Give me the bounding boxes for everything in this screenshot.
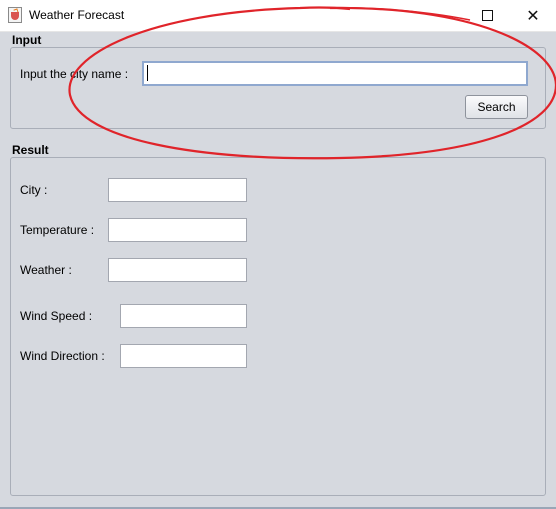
title-bar: Weather Forecast ✕ — [0, 0, 556, 32]
city-label: City : — [20, 183, 48, 197]
close-button[interactable]: ✕ — [510, 0, 556, 31]
close-icon: ✕ — [526, 6, 540, 25]
input-section-heading: Input — [12, 33, 42, 47]
weather-label: Weather : — [20, 263, 72, 277]
window-title: Weather Forecast — [29, 8, 125, 22]
search-button[interactable]: Search — [465, 95, 528, 119]
result-section-heading: Result — [12, 143, 49, 157]
wind-speed-output-field[interactable] — [120, 304, 247, 328]
maximize-button[interactable] — [464, 0, 510, 31]
temperature-label: Temperature : — [20, 223, 95, 237]
temperature-output-field[interactable] — [108, 218, 247, 242]
result-group — [10, 157, 546, 496]
city-output-field[interactable] — [108, 178, 247, 202]
city-name-label: Input the city name : — [20, 67, 129, 81]
city-name-input[interactable] — [142, 61, 528, 86]
minimize-button[interactable] — [418, 0, 464, 31]
java-cup-icon — [8, 7, 22, 23]
wind-direction-output-field[interactable] — [120, 344, 247, 368]
wind-speed-label: Wind Speed : — [20, 309, 93, 323]
minimize-icon — [436, 15, 446, 16]
text-caret — [147, 65, 148, 81]
weather-output-field[interactable] — [108, 258, 247, 282]
maximize-icon — [481, 10, 493, 21]
wind-direction-label: Wind Direction : — [20, 349, 105, 363]
